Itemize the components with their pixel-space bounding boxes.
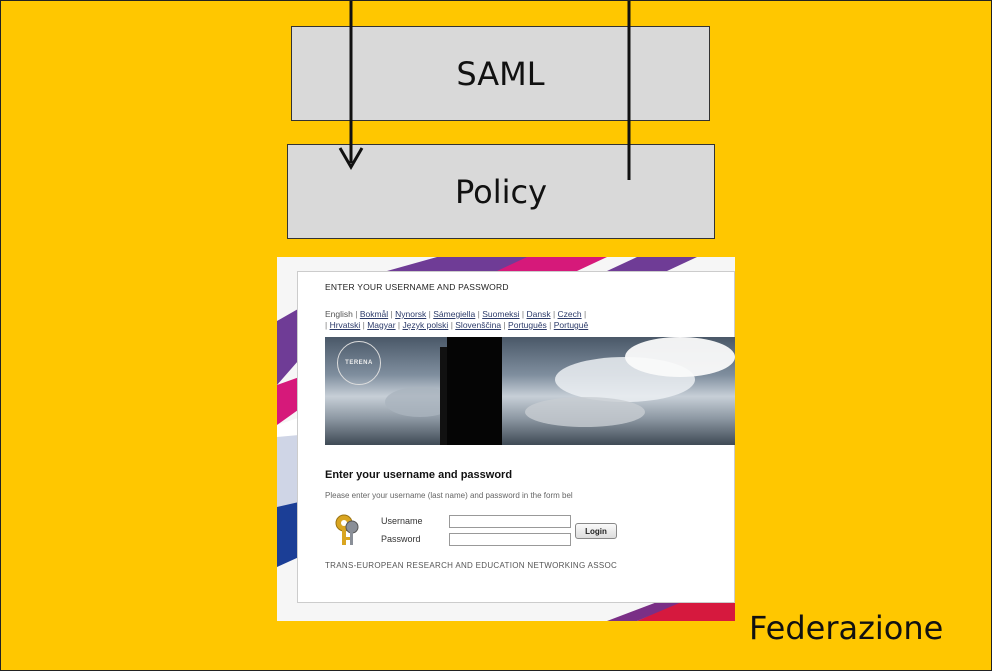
keys-icon [335, 514, 359, 545]
username-input[interactable] [449, 515, 571, 528]
language-link[interactable]: Czech [558, 309, 582, 319]
language-separator: | [501, 320, 509, 330]
language-link[interactable]: Język polski [403, 320, 449, 330]
federation-label: Federazione [749, 609, 944, 647]
diagram-canvas: SAML Policy ENTER YOUR USERNAME AND PASS… [0, 0, 992, 671]
language-link[interactable]: Bokmål [360, 309, 388, 319]
language-link[interactable]: Nynorsk [395, 309, 426, 319]
language-separator: | [546, 320, 554, 330]
banner-image: TERENA [325, 337, 735, 445]
policy-box: Policy [287, 144, 715, 239]
language-link[interactable]: Dansk [527, 309, 551, 319]
language-separator: | [519, 309, 527, 319]
language-separator: | [581, 309, 587, 319]
language-link: English [325, 309, 353, 319]
language-link[interactable]: Slovenščina [455, 320, 501, 330]
terena-logo: TERENA [337, 341, 381, 385]
language-link[interactable]: Português [508, 320, 547, 330]
login-button[interactable]: Login [575, 523, 617, 539]
login-page-screenshot: ENTER YOUR USERNAME AND PASSWORD English… [277, 257, 735, 621]
language-link[interactable]: Portuguê [554, 320, 589, 330]
language-list: English | Bokmål | Nynorsk | Sámegiella … [325, 309, 588, 331]
footer-text: TRANS-EUROPEAN RESEARCH AND EDUCATION NE… [325, 561, 618, 570]
login-header: ENTER YOUR USERNAME AND PASSWORD [325, 282, 509, 292]
help-text: Please enter your username (last name) a… [325, 491, 573, 500]
password-label: Password [381, 534, 421, 544]
saml-box: SAML [291, 26, 710, 121]
saml-label: SAML [456, 54, 545, 93]
language-link[interactable]: Sámegiella [433, 309, 475, 319]
login-title: Enter your username and password [325, 469, 513, 481]
username-label: Username [381, 516, 423, 526]
language-row-1: English | Bokmål | Nynorsk | Sámegiella … [325, 309, 588, 320]
password-input[interactable] [449, 533, 571, 546]
language-link[interactable]: Suomeksi [482, 309, 519, 319]
policy-label: Policy [454, 172, 548, 211]
language-separator: | [395, 320, 403, 330]
language-link[interactable]: Hrvatski [330, 320, 361, 330]
language-separator: | [352, 309, 360, 319]
language-separator: | [550, 309, 558, 319]
language-row-2: | Hrvatski | Magyar | Język polski | Slo… [325, 320, 588, 331]
language-link[interactable]: Magyar [367, 320, 395, 330]
tower-silhouette [447, 337, 502, 445]
